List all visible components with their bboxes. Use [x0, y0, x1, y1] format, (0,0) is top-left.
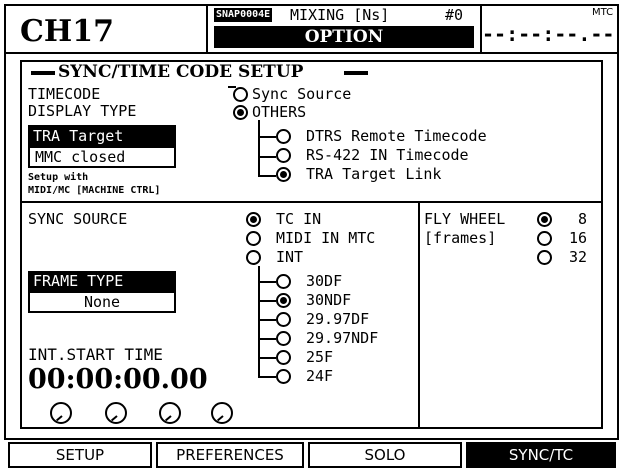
- setup-with-mmc: MIDI/MC [MACHINE CTRL]: [28, 185, 161, 196]
- fly-wheel-unit: [frames]: [424, 229, 497, 247]
- option-int[interactable]: INT: [276, 249, 303, 266]
- rate-24f[interactable]: 24F: [306, 368, 333, 385]
- snap-badge: SNAP0004E: [214, 8, 273, 22]
- radio-tc-in[interactable]: [246, 212, 261, 227]
- tree-branch: [258, 136, 276, 138]
- mtc-label: MTC: [592, 7, 614, 18]
- radio-rate-30df[interactable]: [276, 274, 291, 289]
- int-start-label: INT.START TIME: [28, 345, 163, 364]
- section-divider: [22, 201, 601, 203]
- knob-minutes[interactable]: [105, 402, 127, 424]
- radio-fly-16[interactable]: [537, 231, 552, 246]
- fly-wheel-8[interactable]: 8: [578, 211, 587, 228]
- radio-dtrs[interactable]: [276, 129, 291, 144]
- fly-wheel-16[interactable]: 16: [569, 230, 587, 247]
- mtc-value: --:--:--.--: [482, 22, 615, 46]
- mode-label: MIXING [Ns]: [290, 6, 390, 24]
- fly-wheel-32[interactable]: 32: [569, 249, 587, 266]
- rate-25f[interactable]: 25F: [306, 349, 333, 366]
- option-tc-in[interactable]: TC IN: [276, 211, 321, 228]
- tree-branch: [258, 281, 276, 283]
- radio-rate-2997ndf[interactable]: [276, 331, 291, 346]
- display-type-label: DISPLAY TYPE: [28, 102, 137, 120]
- sync-source-label: SYNC SOURCE: [28, 210, 128, 228]
- tree-branch: [258, 156, 276, 158]
- radio-rs422[interactable]: [276, 148, 291, 163]
- tab-solo[interactable]: SOLO: [308, 442, 462, 468]
- option-others[interactable]: OTHERS: [252, 104, 306, 121]
- option-sync-source[interactable]: Sync Source: [252, 86, 351, 103]
- option-midi-mtc[interactable]: MIDI IN MTC: [276, 230, 375, 247]
- radio-rate-25f[interactable]: [276, 350, 291, 365]
- knob-seconds[interactable]: [159, 402, 181, 424]
- rate-2997df[interactable]: 29.97DF: [306, 311, 369, 328]
- tra-target-field[interactable]: TRA Target: [28, 125, 176, 147]
- radio-fly-32[interactable]: [537, 250, 552, 265]
- radio-others[interactable]: [233, 105, 248, 120]
- radio-rate-30ndf[interactable]: [276, 293, 291, 308]
- tab-sync-tc[interactable]: SYNC/TC: [466, 442, 616, 468]
- fly-wheel-label: FLY WHEEL: [424, 210, 506, 228]
- rate-30ndf[interactable]: 30NDF: [306, 292, 351, 309]
- radio-int[interactable]: [246, 250, 261, 265]
- knob-frames[interactable]: [211, 402, 233, 424]
- radio-rate-2997df[interactable]: [276, 312, 291, 327]
- rate-2997ndf[interactable]: 29.97NDF: [306, 330, 378, 347]
- int-start-value: 00:00:00.00: [28, 364, 208, 395]
- tree-line: [258, 120, 260, 177]
- tree-branch: [258, 300, 276, 302]
- section-divider-v: [418, 203, 420, 427]
- title-rule-right: [344, 71, 368, 75]
- radio-fly-8[interactable]: [537, 212, 552, 227]
- screen-title: OPTION: [214, 26, 474, 48]
- radio-midi-mtc[interactable]: [246, 231, 261, 246]
- scene-number: #0: [445, 6, 464, 24]
- knob-hours[interactable]: [50, 402, 72, 424]
- timecode-label: TIMECODE: [28, 85, 101, 103]
- panel-title: SYNC/TIME CODE SETUP: [58, 62, 304, 82]
- mmc-field[interactable]: MMC closed: [28, 146, 176, 168]
- tab-preferences[interactable]: PREFERENCES: [156, 442, 304, 468]
- tree-branch: [258, 319, 276, 321]
- radio-tra[interactable]: [276, 167, 291, 182]
- radio-sync-source[interactable]: [233, 87, 248, 102]
- rate-30df[interactable]: 30DF: [306, 273, 342, 290]
- option-tra[interactable]: TRA Target Link: [306, 166, 441, 183]
- tab-setup[interactable]: SETUP: [8, 442, 152, 468]
- tree-branch: [258, 376, 276, 378]
- tree-branch: [258, 175, 276, 177]
- setup-with-label: Setup with: [28, 172, 89, 183]
- channel-label: CH17: [20, 14, 114, 49]
- frame-type-value[interactable]: None: [28, 291, 176, 313]
- title-rule-left: [31, 71, 55, 75]
- frame-type-label: FRAME TYPE: [28, 271, 176, 292]
- tree-branch: [258, 357, 276, 359]
- option-dtrs[interactable]: DTRS Remote Timecode: [306, 128, 487, 145]
- radio-rate-24f[interactable]: [276, 369, 291, 384]
- tree-branch: [258, 338, 276, 340]
- header-rule: [6, 52, 617, 54]
- option-rs422[interactable]: RS-422 IN Timecode: [306, 147, 469, 164]
